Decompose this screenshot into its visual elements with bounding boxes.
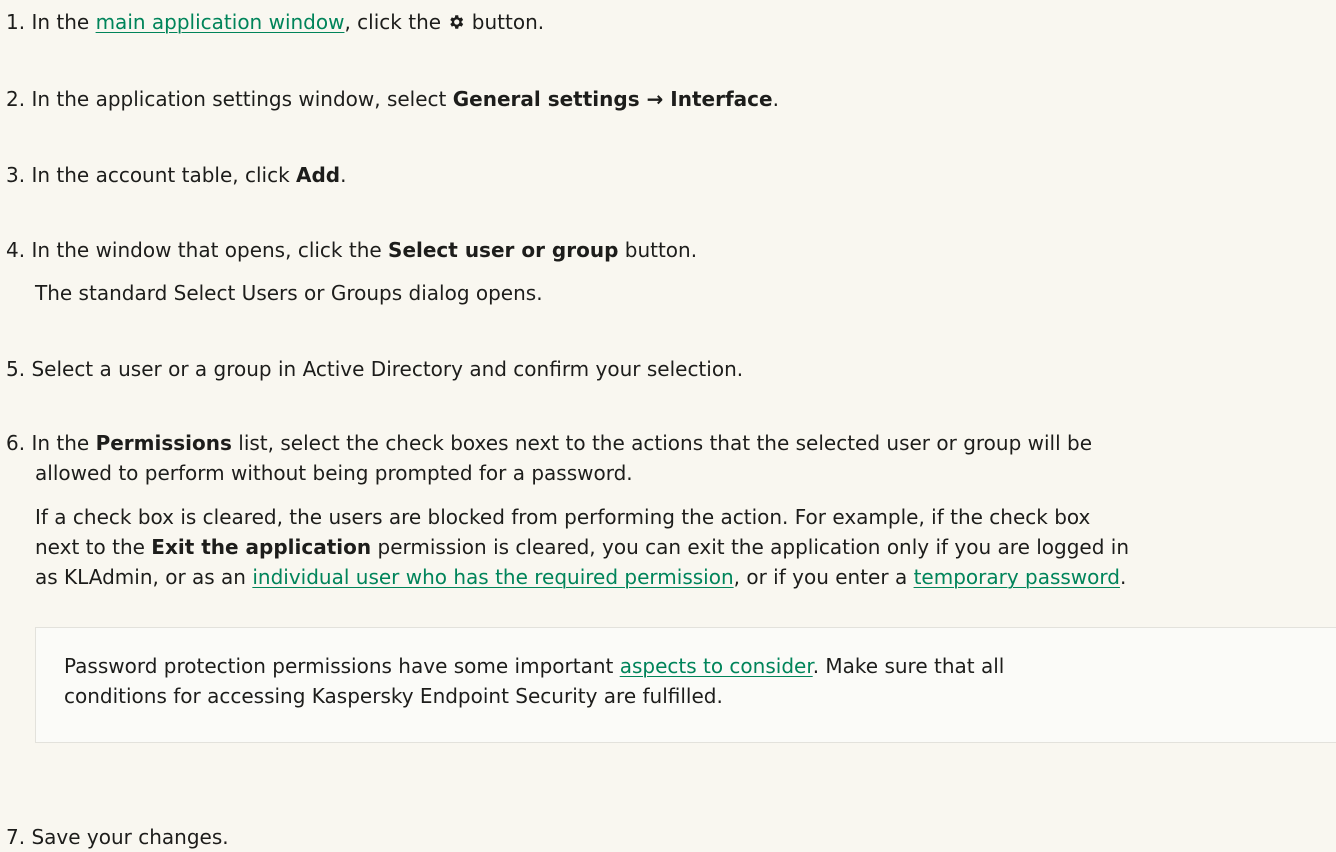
note-box: Password protection permissions have som… bbox=[35, 627, 1336, 743]
main-application-window-link[interactable]: main application window bbox=[96, 10, 345, 34]
step-6-explanation: If a check box is cleared, the users are… bbox=[35, 505, 1130, 589]
interface-label: Interface bbox=[670, 87, 773, 111]
arrow: → bbox=[639, 87, 671, 111]
step-3: 3. In the account table, click Add. bbox=[6, 163, 347, 187]
step-number: 1. bbox=[6, 10, 26, 34]
step-7: 7. Save your changes. bbox=[6, 825, 229, 849]
permissions-label: Permissions bbox=[95, 431, 232, 455]
step-2: 2. In the application settings window, s… bbox=[6, 87, 779, 111]
step-4-result: The standard Select Users or Groups dial… bbox=[35, 281, 543, 305]
add-label: Add bbox=[296, 163, 341, 187]
step-4: 4. In the window that opens, click the S… bbox=[6, 238, 698, 262]
step-number: 4. bbox=[6, 238, 26, 262]
step-6-line-2: allowed to perform without being prompte… bbox=[35, 461, 633, 485]
select-user-or-group-label: Select user or group bbox=[388, 238, 619, 262]
step-number: 2. bbox=[6, 87, 26, 111]
step-6: 6. In the Permissions list, select the c… bbox=[6, 431, 1093, 455]
individual-user-permission-link[interactable]: individual user who has the required per… bbox=[252, 565, 733, 589]
step-number: 7. bbox=[6, 825, 26, 849]
step-number: 3. bbox=[6, 163, 26, 187]
step-number: 5. bbox=[6, 357, 26, 381]
step-number: 6. bbox=[6, 431, 26, 455]
aspects-to-consider-link[interactable]: aspects to consider bbox=[620, 654, 813, 678]
step-text: In the bbox=[31, 10, 96, 34]
general-settings-label: General settings bbox=[452, 87, 640, 111]
step-1: 1. In the main application window, click… bbox=[6, 10, 545, 34]
exit-the-application-label: Exit the application bbox=[151, 535, 372, 559]
step-5: 5. Select a user or a group in Active Di… bbox=[6, 357, 744, 381]
gear-icon bbox=[450, 15, 464, 29]
note-text: Password protection permissions have som… bbox=[64, 654, 1005, 708]
temporary-password-link[interactable]: temporary password bbox=[914, 565, 1120, 589]
